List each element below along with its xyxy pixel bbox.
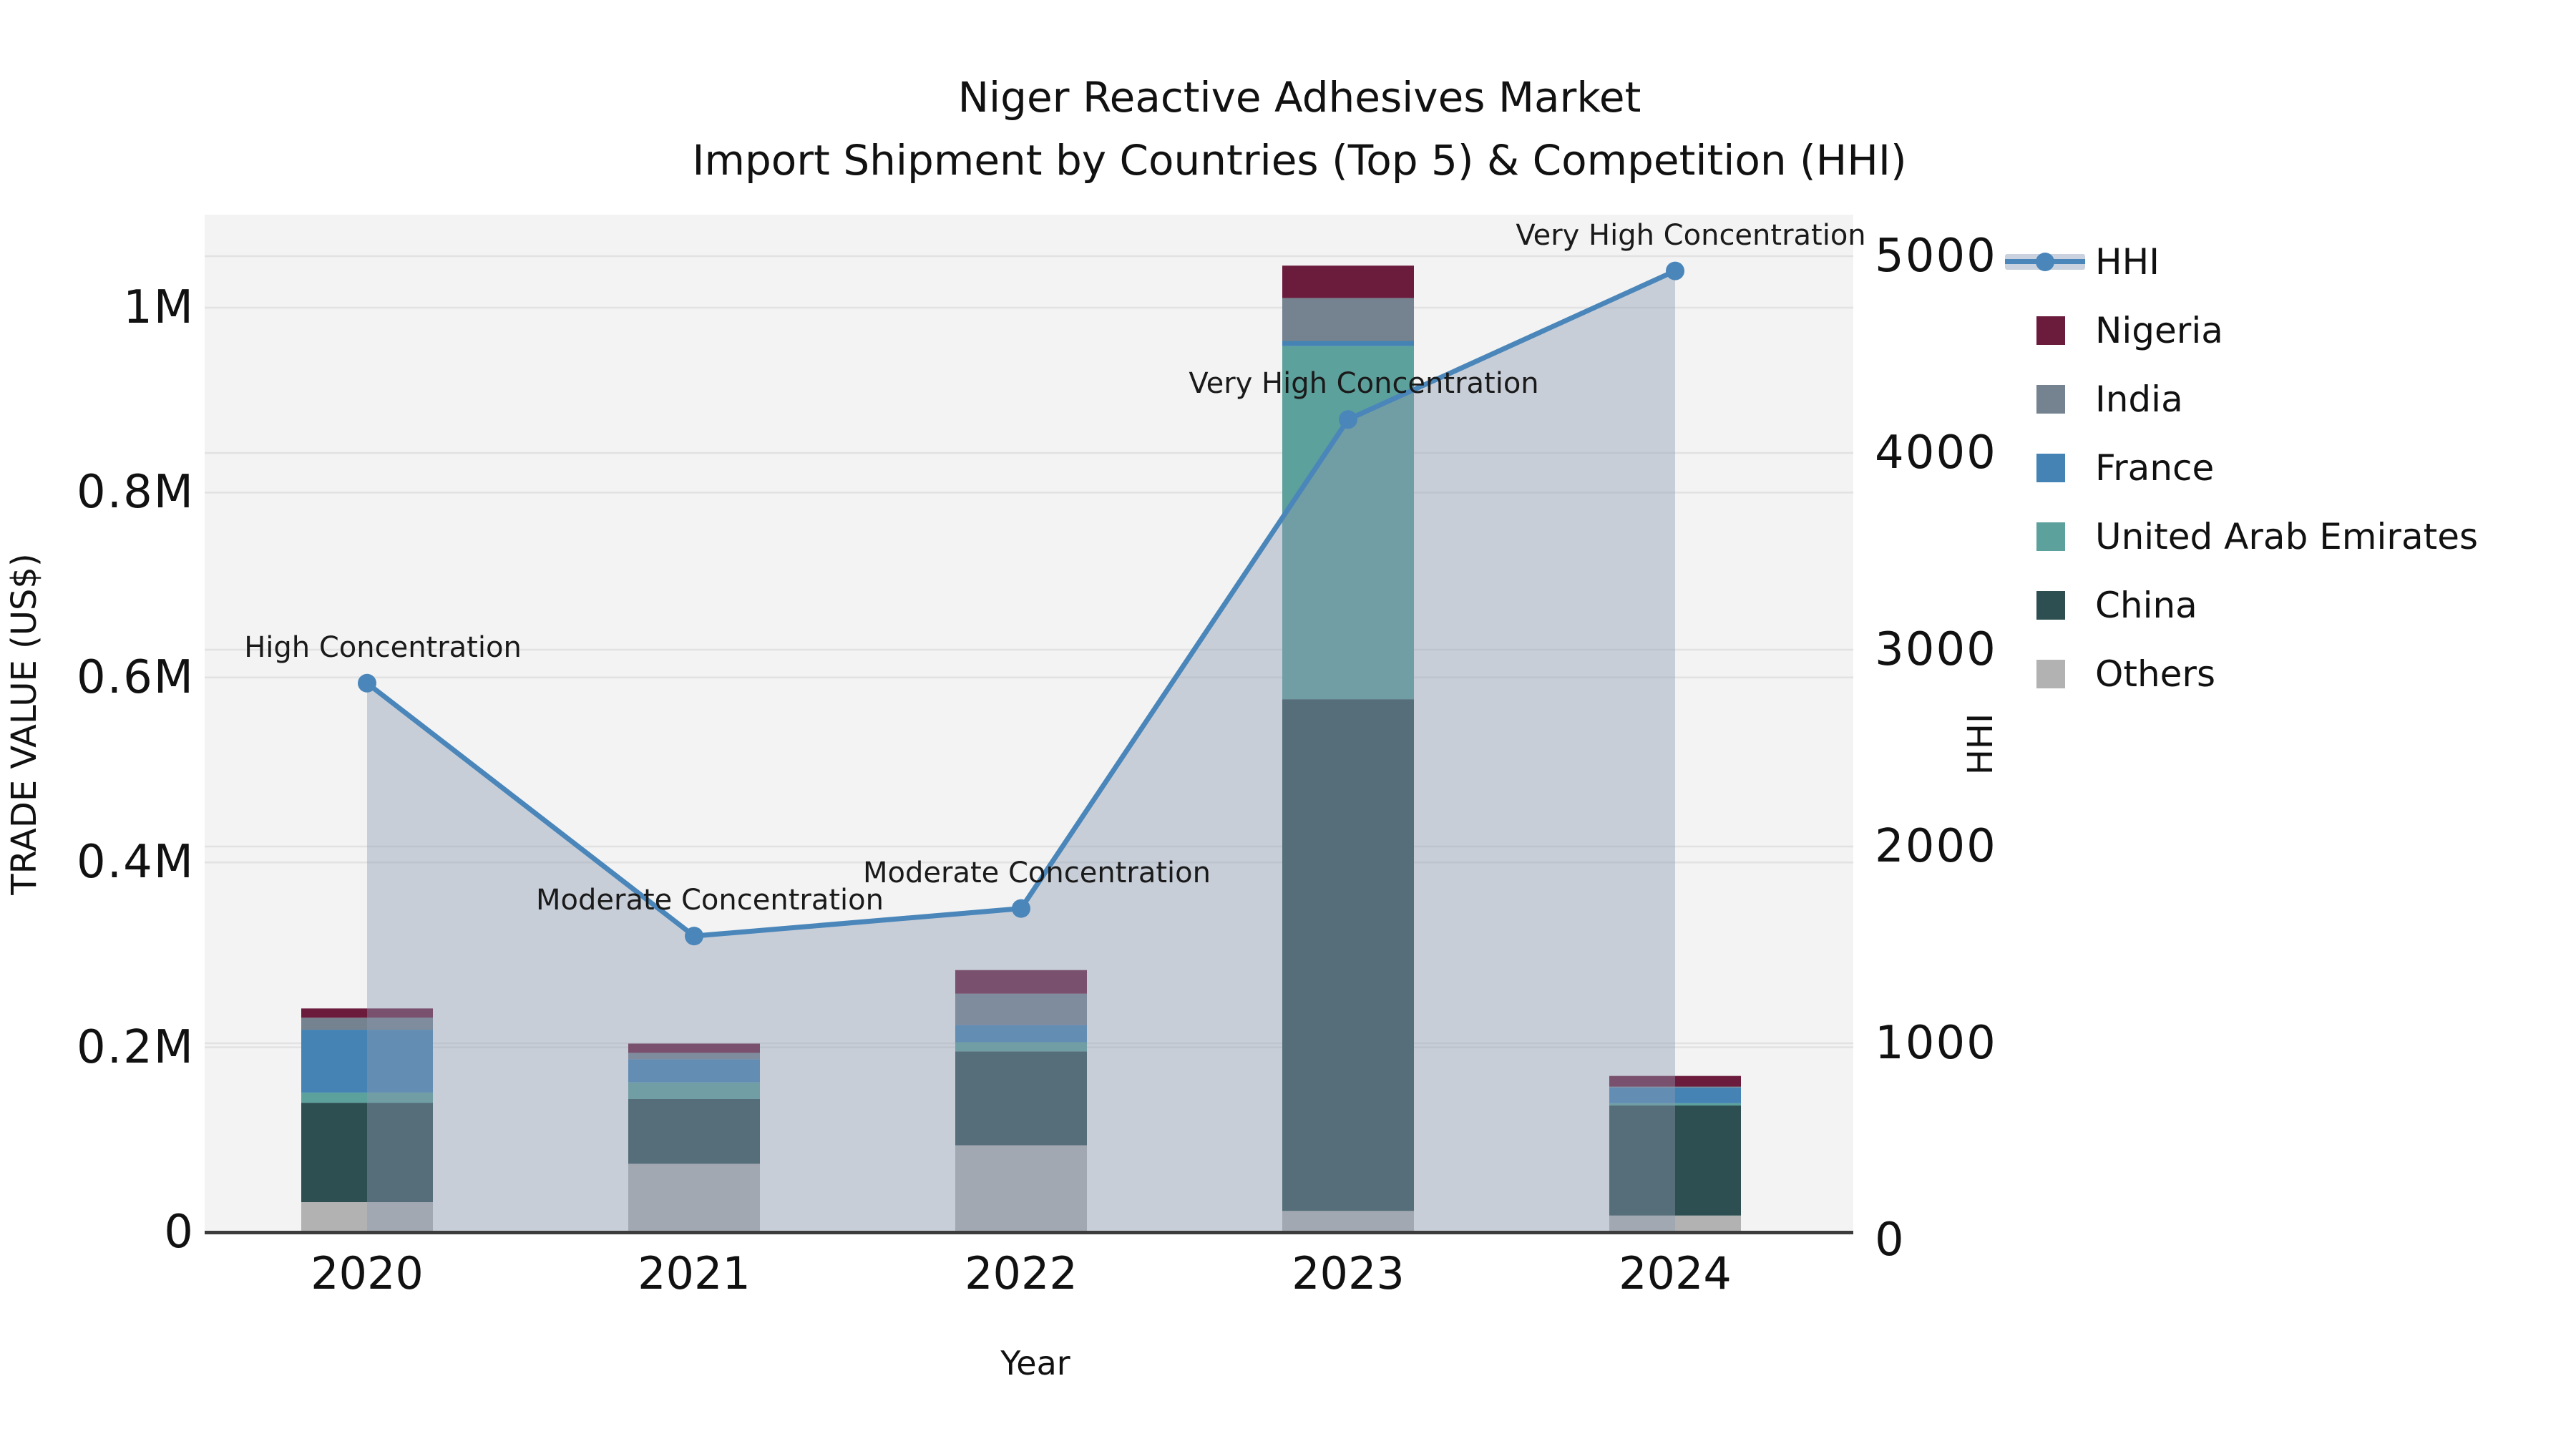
hhi-marker-2023 — [1339, 410, 1357, 429]
plot-area — [205, 215, 1853, 1234]
x-tick-2022: 2022 — [965, 1247, 1078, 1299]
chart-title: Niger Reactive Adhesives Market Import S… — [655, 66, 1943, 192]
swatch-others — [2036, 660, 2065, 688]
hhi-marker-sample — [2036, 253, 2054, 271]
y-left-tick-0.4M: 0.4M — [77, 836, 195, 889]
y-right-axis-title: HHI — [1961, 713, 2001, 776]
y-left-tick-0.8M: 0.8M — [77, 466, 195, 519]
y-left-tick-0.2M: 0.2M — [77, 1020, 195, 1074]
swatch-china — [2036, 591, 2065, 620]
legend-item-france[interactable]: France — [2004, 434, 2478, 502]
y-right-tick-0: 0 — [1875, 1214, 1906, 1267]
legend-label: United Arab Emirates — [2095, 516, 2479, 557]
bar-segment-france-2023 — [1282, 341, 1414, 346]
annotation-2020: High Concentration — [244, 630, 522, 664]
y-left-tick-0.6M: 0.6M — [77, 650, 195, 704]
legend-label: India — [2095, 379, 2183, 420]
color-swatch-icon — [2004, 296, 2095, 365]
color-swatch-icon — [2004, 434, 2095, 502]
swatch-india — [2036, 385, 2065, 414]
color-swatch-icon — [2004, 571, 2095, 640]
hhi-marker-2020 — [358, 673, 376, 693]
hhi-line-swatch-icon — [2004, 228, 2095, 296]
annotation-2022: Moderate Concentration — [863, 856, 1211, 889]
x-tick-2020: 2020 — [311, 1247, 424, 1299]
color-swatch-icon — [2004, 365, 2095, 434]
legend-label: Others — [2095, 653, 2216, 695]
legend-label: France — [2095, 447, 2215, 489]
chart-title-line2: Import Shipment by Countries (Top 5) & C… — [692, 136, 1907, 185]
y-left-tick-0: 0 — [164, 1206, 195, 1259]
chart-canvas: Niger Reactive Adhesives Market Import S… — [0, 0, 2576, 1449]
hhi-marker-2021 — [685, 927, 703, 946]
color-swatch-icon — [2004, 640, 2095, 708]
chart-title-line1: Niger Reactive Adhesives Market — [957, 73, 1641, 122]
legend-label: China — [2095, 585, 2197, 626]
x-tick-2023: 2023 — [1292, 1247, 1405, 1299]
legend-item-nigeria[interactable]: Nigeria — [2004, 296, 2478, 365]
x-tick-2021: 2021 — [638, 1247, 751, 1299]
legend-item-china[interactable]: China — [2004, 571, 2478, 640]
x-axis-title: Year — [1000, 1344, 1070, 1382]
hhi-marker-2024 — [1666, 261, 1684, 280]
legend-item-others[interactable]: Others — [2004, 640, 2478, 708]
color-swatch-icon — [2004, 502, 2095, 571]
annotation-2024: Very High Concentration — [1516, 218, 1866, 252]
y-right-tick-1000: 1000 — [1875, 1017, 1997, 1070]
hhi-marker-2022 — [1012, 899, 1030, 918]
legend-item-hhi[interactable]: HHI — [2004, 228, 2478, 296]
bar-segment-india-2023 — [1282, 298, 1414, 341]
bar-segment-nigeria-2023 — [1282, 265, 1414, 298]
legend: HHI Nigeria India France United Arab Emirate… — [2004, 228, 2478, 708]
legend-item-india[interactable]: India — [2004, 365, 2478, 434]
x-axis-line — [205, 1231, 1853, 1234]
legend-label: HHI — [2095, 241, 2160, 283]
y-left-tick-1M: 1M — [123, 281, 195, 334]
legend-item-united-arab-emirates[interactable]: United Arab Emirates — [2004, 502, 2478, 571]
annotation-2023: Very High Concentration — [1189, 367, 1539, 401]
x-tick-2024: 2024 — [1619, 1247, 1732, 1299]
legend-label: Nigeria — [2095, 310, 2223, 351]
y-right-tick-2000: 2000 — [1875, 820, 1997, 873]
swatch-nigeria — [2036, 316, 2065, 345]
swatch-united-arab-emirates — [2036, 522, 2065, 551]
swatch-france — [2036, 454, 2065, 482]
annotation-2021: Moderate Concentration — [536, 884, 884, 917]
